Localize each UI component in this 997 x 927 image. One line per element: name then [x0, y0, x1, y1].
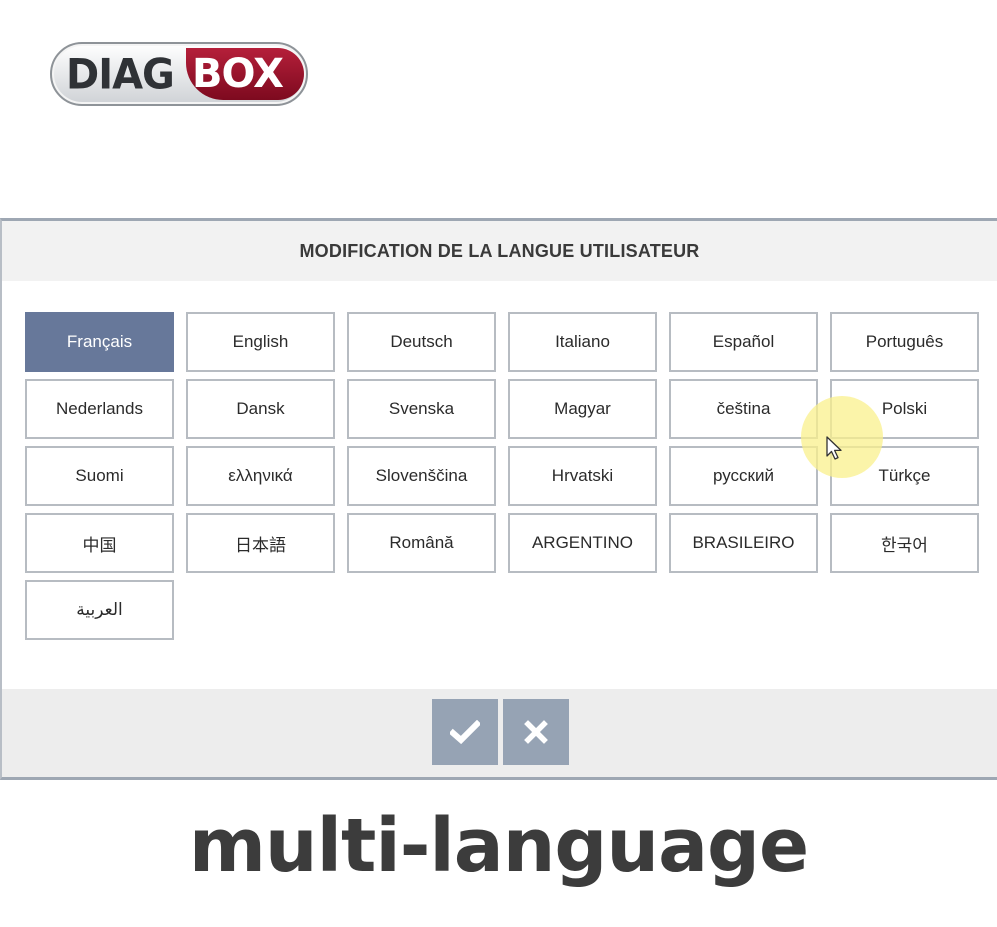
language-button[interactable]: Dansk	[186, 379, 335, 439]
logo-box-badge: BOX	[186, 48, 304, 100]
language-button[interactable]: Polski	[830, 379, 979, 439]
language-label: 中国	[82, 535, 117, 555]
language-button[interactable]: Svenska	[347, 379, 496, 439]
language-button[interactable]: 日本語	[186, 513, 335, 573]
diagbox-logo: DIAG BOX	[50, 42, 308, 106]
language-button[interactable]: 中国	[25, 513, 174, 573]
language-button[interactable]: Deutsch	[347, 312, 496, 372]
language-button[interactable]: Español	[669, 312, 818, 372]
language-button[interactable]: ελληνικά	[186, 446, 335, 506]
language-button[interactable]: ARGENTINO	[508, 513, 657, 573]
language-button[interactable]: Slovenščina	[347, 446, 496, 506]
caption-text: multi-language	[188, 803, 809, 889]
cancel-button[interactable]	[503, 699, 569, 765]
language-label: Italiano	[555, 332, 610, 351]
language-grid: Français English Deutsch Italiano Españo…	[25, 312, 979, 640]
language-button[interactable]: English	[186, 312, 335, 372]
language-label: Română	[389, 533, 454, 552]
dialog-title: MODIFICATION DE LA LANGUE UTILISATEUR	[299, 240, 700, 261]
logo-text-diag: DIAG	[66, 50, 175, 100]
language-label: Suomi	[75, 466, 124, 485]
language-button[interactable]: Italiano	[508, 312, 657, 372]
logo-text-box: BOX	[192, 51, 284, 97]
language-label: Português	[865, 332, 944, 351]
check-icon	[450, 720, 480, 744]
language-label: 日本語	[235, 535, 286, 555]
language-button[interactable]: BRASILEIRO	[669, 513, 818, 573]
language-label: Magyar	[554, 399, 611, 418]
language-label: 한국어	[881, 535, 928, 555]
language-label: Polski	[881, 399, 928, 418]
language-button[interactable]: Hrvatski	[508, 446, 657, 506]
language-label: Türkçe	[878, 466, 931, 485]
dialog-footer	[2, 689, 997, 777]
language-button[interactable]: 한국어	[830, 513, 979, 573]
language-button[interactable]: Română	[347, 513, 496, 573]
language-label: Hrvatski	[551, 466, 614, 485]
language-label: Deutsch	[390, 332, 453, 351]
language-label: русский	[712, 466, 774, 485]
language-label: Español	[712, 332, 775, 351]
language-button[interactable]: русский	[669, 446, 818, 506]
language-button[interactable]: Nederlands	[25, 379, 174, 439]
language-label: Svenska	[388, 399, 455, 418]
language-button[interactable]: Suomi	[25, 446, 174, 506]
language-label: العربية	[76, 600, 123, 619]
language-button[interactable]: Magyar	[508, 379, 657, 439]
language-button[interactable]: Türkçe	[830, 446, 979, 506]
language-button[interactable]: čeština	[669, 379, 818, 439]
language-button[interactable]: العربية	[25, 580, 174, 640]
language-label: čeština	[716, 399, 771, 418]
language-label: BRASILEIRO	[692, 533, 795, 552]
language-label: English	[232, 332, 289, 351]
language-label: Français	[66, 332, 133, 351]
confirm-button[interactable]	[432, 699, 498, 765]
language-label: Nederlands	[56, 399, 143, 418]
language-button-selected[interactable]: Français	[25, 312, 174, 372]
language-label: Slovenščina	[375, 466, 468, 485]
language-dialog: MODIFICATION DE LA LANGUE UTILISATEUR Fr…	[0, 218, 997, 780]
language-button[interactable]: Português	[830, 312, 979, 372]
dialog-header: MODIFICATION DE LA LANGUE UTILISATEUR	[2, 221, 997, 281]
close-icon	[524, 720, 548, 744]
language-label: Dansk	[236, 399, 285, 418]
language-label: ARGENTINO	[531, 533, 634, 552]
language-label: ελληνικά	[228, 466, 293, 485]
